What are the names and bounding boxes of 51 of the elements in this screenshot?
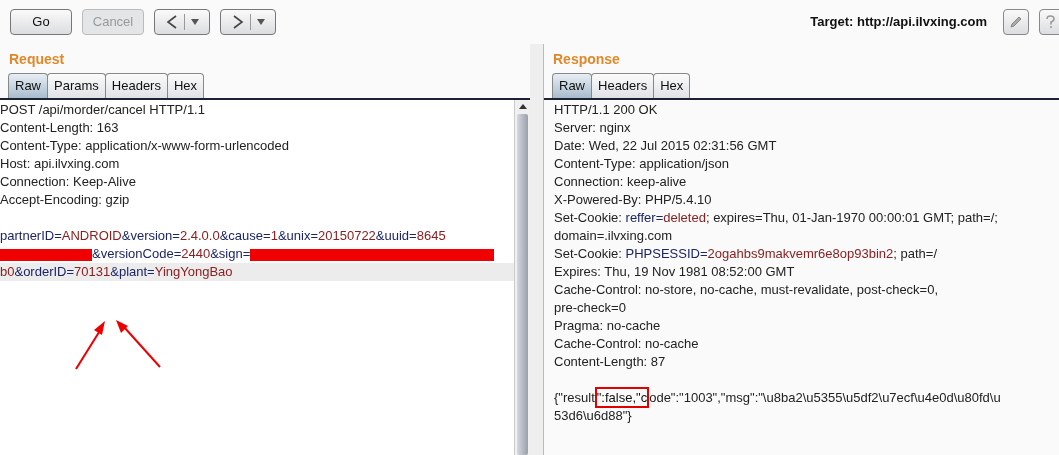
code-line: POST /api/morder/cancel HTTP/1.1 [0, 101, 206, 119]
back-button[interactable] [154, 9, 210, 35]
code-line: Cache-Control: no-store, no-cache, must-revalidate, post-check=0, [554, 281, 940, 299]
code-text: ode":"1003","msg":"\u8ba2\u5355\u5df2\u7ecf\u4e0d\u80fd\u [649, 390, 1001, 405]
code-line: Pragma: no-cache [554, 317, 662, 335]
code-line: pre-check=0 [554, 299, 627, 317]
help-button[interactable] [1039, 9, 1059, 35]
dropdown-caret-icon [256, 19, 265, 25]
toolbar-button[interactable]: Go [10, 9, 72, 35]
edit-button[interactable] [1003, 9, 1029, 35]
code-line: 53d6\u6d88"} [554, 407, 633, 425]
code-line: Accept-Encoding: gzip [0, 191, 131, 209]
code-line: Expires: Thu, 19 Nov 1981 08:52:00 GMT [554, 263, 796, 281]
code-line: X-Powered-By: PHP/5.4.10 [554, 191, 713, 209]
target-label: Target: http://api.ilvxing.com [810, 13, 987, 32]
help-icon [1046, 15, 1055, 29]
highlighted-text: ":false,"c [594, 387, 650, 408]
code-line: Host: api.ilvxing.com [0, 155, 121, 173]
code-line: Content-Type: application/json [554, 155, 730, 173]
tab[interactable]: Hex [653, 73, 691, 98]
tab[interactable]: Raw [8, 73, 48, 98]
code-line: Connection: keep-alive [554, 173, 688, 191]
pencil-icon [1009, 15, 1023, 29]
code-line: Cache-Control: no-cache [554, 335, 700, 353]
code-line: Server: nginx [554, 119, 632, 137]
code-line: partnerID=ANDROID&version=2.4.0.0&cause=1&unix=20150722&uuid=8645 [0, 227, 447, 245]
tab[interactable]: Raw [552, 73, 592, 98]
code-line: HTTP/1.1 200 OK [554, 101, 659, 119]
tab[interactable]: Headers [104, 73, 168, 98]
tab[interactable]: Params [47, 73, 106, 98]
code-text: 2440 [181, 246, 211, 261]
tab[interactable]: Headers [591, 73, 655, 98]
code-line: domain=.ilvxing.com [554, 227, 674, 245]
code-text: &sign= [210, 246, 251, 261]
dropdown-caret-icon [190, 19, 199, 25]
code-line: Content-Type: application/x-www-form-urlencoded [0, 137, 290, 155]
chevron-right-icon [231, 15, 244, 29]
code-line: Set-Cookie: PHPSESSID=2ogahbs9makvemr6e8op93bin2; path=/ [554, 245, 939, 263]
code-line: Connection: Keep-Alive [0, 173, 137, 191]
forward-button[interactable] [220, 9, 276, 35]
code-line: Content-Length: 163 [0, 119, 120, 137]
scrollbar[interactable] [514, 100, 530, 455]
tab[interactable]: Hex [166, 73, 205, 98]
panel-title: Request [8, 50, 66, 69]
panel-title: Response [552, 50, 621, 69]
code-text: {"result [554, 390, 595, 405]
chevron-left-icon [165, 15, 178, 29]
code-text: &versionCode= [92, 246, 182, 261]
code-line: Set-Cookie: reffer=deleted; expires=Thu, 01-Jan-1970 00:00:01 GMT; path=/; [554, 209, 999, 227]
code-line: Date: Wed, 22 Jul 2015 02:31:56 GMT [554, 137, 778, 155]
code-line: Content-Length: 87 [554, 353, 667, 371]
